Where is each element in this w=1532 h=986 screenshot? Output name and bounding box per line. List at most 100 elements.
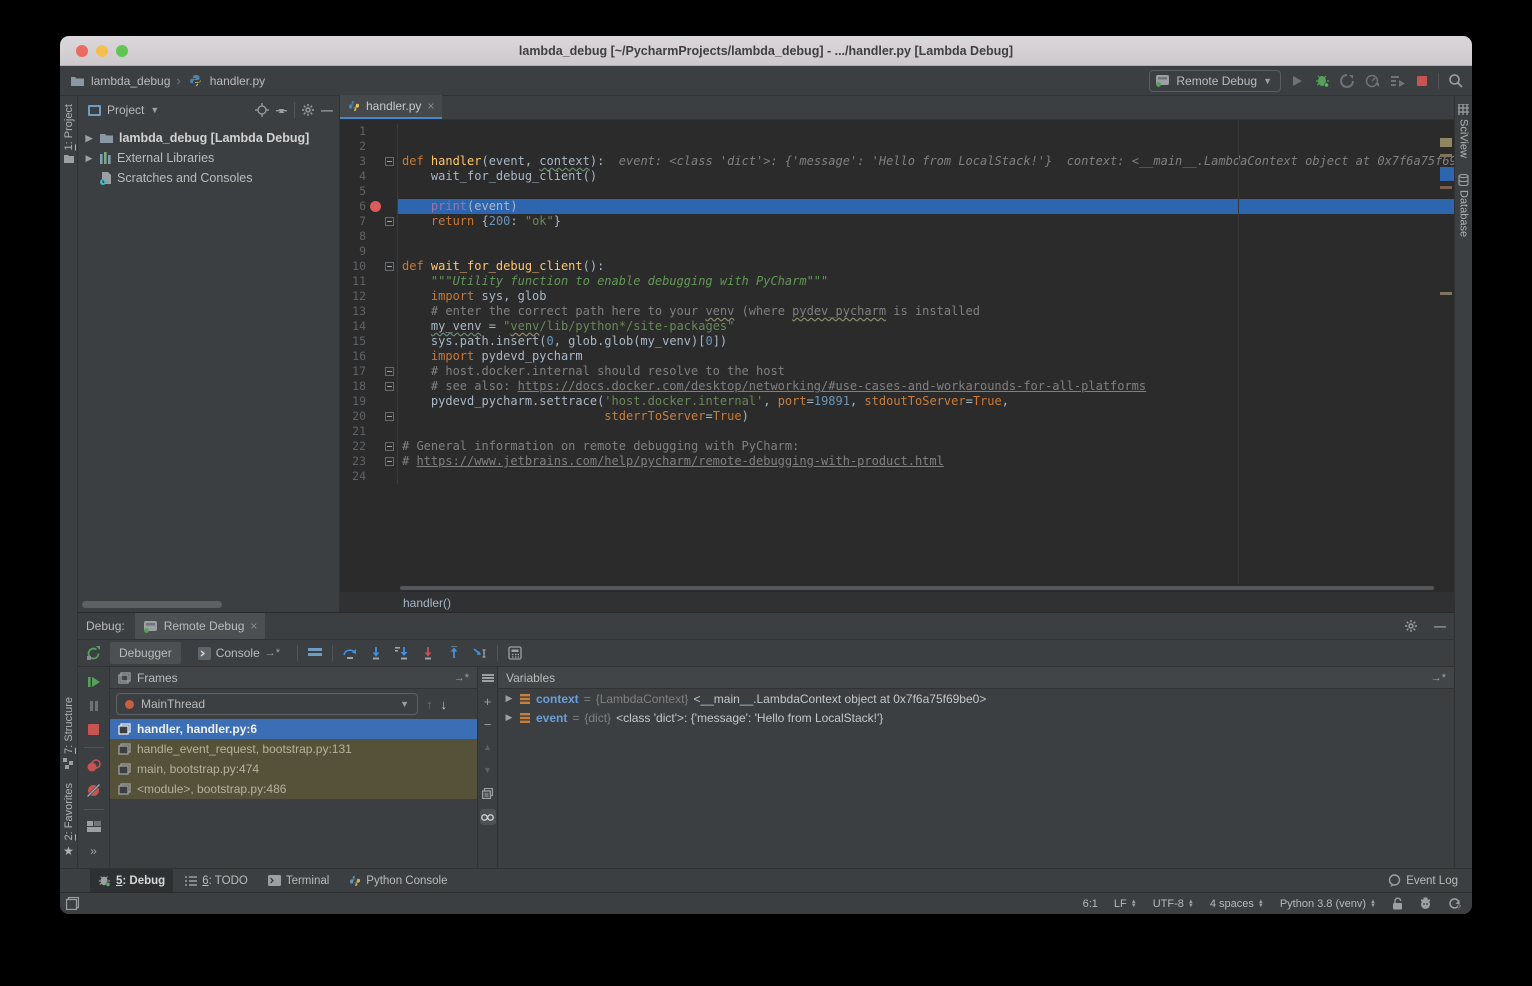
- line-number[interactable]: 6: [340, 199, 366, 214]
- pause-button[interactable]: [88, 700, 100, 712]
- project-tree-item[interactable]: Scratches and Consoles: [78, 168, 339, 188]
- line-number[interactable]: 5: [340, 184, 366, 199]
- more-actions-button[interactable]: »: [90, 844, 97, 858]
- line-number[interactable]: 10: [340, 259, 366, 274]
- search-everywhere-button[interactable]: [1446, 72, 1464, 90]
- tab-console[interactable]: Console →*: [189, 642, 289, 664]
- show-watches-button[interactable]: [480, 809, 496, 825]
- scrollbar-warning-mark[interactable]: [1440, 186, 1452, 189]
- step-into-button[interactable]: [367, 644, 385, 662]
- expand-arrow-icon[interactable]: ▶: [84, 153, 94, 164]
- add-watch-button[interactable]: +: [480, 694, 496, 708]
- gear-icon[interactable]: [1404, 619, 1418, 633]
- gutter-mark-slot[interactable]: [366, 289, 384, 304]
- gutter-mark-slot[interactable]: [366, 169, 384, 184]
- line-number[interactable]: 4: [340, 169, 366, 184]
- fold-icon[interactable]: [385, 457, 394, 466]
- line-number[interactable]: 19: [340, 394, 366, 409]
- session-close-icon[interactable]: ×: [250, 619, 257, 633]
- code-area[interactable]: 123def handler(event, context): event: <…: [340, 120, 1454, 584]
- scrollbar-warning-mark[interactable]: [1440, 154, 1452, 157]
- move-up-button[interactable]: ▲: [480, 740, 496, 754]
- stop-button[interactable]: [87, 723, 100, 736]
- gear-icon[interactable]: [301, 103, 315, 117]
- collapse-all-icon[interactable]: [275, 104, 288, 117]
- gutter-mark-slot[interactable]: [366, 334, 384, 349]
- line-number[interactable]: 15: [340, 334, 366, 349]
- scrollbar-warning-mark[interactable]: [1440, 292, 1452, 295]
- variable-item[interactable]: ▶context = {LambdaContext} <__main__.Lam…: [498, 689, 1454, 708]
- line-number[interactable]: 14: [340, 319, 366, 334]
- restart-notification-icon[interactable]: ?: [1448, 897, 1462, 910]
- remove-watch-button[interactable]: −: [480, 717, 496, 731]
- hide-panel-icon[interactable]: —: [321, 103, 333, 117]
- restore-layout-button[interactable]: [87, 821, 101, 833]
- scrollbar-execution-mark[interactable]: [1440, 167, 1454, 181]
- toolwindow-switcher-icon[interactable]: [66, 897, 79, 910]
- gutter-mark-slot[interactable]: [366, 469, 384, 484]
- zoom-window-button[interactable]: [116, 45, 128, 57]
- move-down-button[interactable]: ▼: [480, 763, 496, 777]
- thread-selector[interactable]: MainThread ▼: [116, 693, 418, 715]
- line-number[interactable]: 20: [340, 409, 366, 424]
- run-button[interactable]: [1288, 72, 1306, 90]
- editor-tab-handler[interactable]: handler.py ×: [340, 95, 442, 119]
- gutter-mark-slot[interactable]: [366, 124, 384, 139]
- readonly-lock-icon[interactable]: [1392, 897, 1403, 910]
- view-breakpoints-button[interactable]: [86, 759, 102, 772]
- expand-arrow-icon[interactable]: ▶: [504, 712, 514, 723]
- fold-icon[interactable]: [385, 382, 394, 391]
- evaluate-expression-button[interactable]: [506, 644, 524, 662]
- gutter-mark-slot[interactable]: [366, 274, 384, 289]
- debug-session-tab[interactable]: Remote Debug ×: [135, 613, 266, 639]
- variable-item[interactable]: ▶event = {dict} <class 'dict'>: {'messag…: [498, 708, 1454, 727]
- locate-file-icon[interactable]: [255, 103, 269, 117]
- line-number[interactable]: 11: [340, 274, 366, 289]
- highlighting-level-icon[interactable]: [1419, 897, 1432, 910]
- fold-icon[interactable]: [385, 412, 394, 421]
- project-tree-item[interactable]: ▶lambda_debug [Lambda Debug]: [78, 128, 339, 148]
- gutter-mark-slot[interactable]: [366, 364, 384, 379]
- indent-widget[interactable]: 4 spaces ▲▼: [1210, 898, 1264, 910]
- toolwindow-todo-button[interactable]: 6: TODO: [177, 869, 256, 893]
- fold-icon[interactable]: [385, 157, 394, 166]
- stop-button[interactable]: [1413, 72, 1431, 90]
- line-number[interactable]: 24: [340, 469, 366, 484]
- line-number[interactable]: 16: [340, 349, 366, 364]
- breadcrumb-function[interactable]: handler(): [403, 596, 451, 610]
- fold-icon[interactable]: [385, 217, 394, 226]
- mute-breakpoints-button[interactable]: [86, 783, 101, 798]
- stack-frame-item[interactable]: main, bootstrap.py:474: [110, 759, 477, 779]
- gutter-mark-slot[interactable]: [366, 244, 384, 259]
- tool-stripe-database-button[interactable]: Database: [1458, 174, 1470, 237]
- run-to-cursor-button[interactable]: [471, 644, 489, 662]
- line-number[interactable]: 13: [340, 304, 366, 319]
- project-panel-title[interactable]: Project: [107, 103, 144, 117]
- duplicate-watch-button[interactable]: [480, 786, 496, 800]
- gutter-mark-slot[interactable]: [366, 229, 384, 244]
- rerun-button[interactable]: [84, 644, 102, 662]
- line-number[interactable]: 3: [340, 154, 366, 169]
- stack-frame-item[interactable]: handle_event_request, bootstrap.py:131: [110, 739, 477, 759]
- minimize-window-button[interactable]: [96, 45, 108, 57]
- gutter-mark-slot[interactable]: [366, 439, 384, 454]
- step-out-button[interactable]: [445, 644, 463, 662]
- gutter-mark-slot[interactable]: [366, 319, 384, 334]
- editor-horizontal-scrollbar[interactable]: [340, 584, 1454, 592]
- expand-arrow-icon[interactable]: ▶: [504, 693, 514, 704]
- line-number[interactable]: 2: [340, 139, 366, 154]
- tool-stripe-project-button[interactable]: 1: Project: [63, 104, 75, 164]
- hide-panel-icon[interactable]: —: [1434, 619, 1446, 633]
- tool-stripe-structure-button[interactable]: 7: Structure: [63, 697, 75, 769]
- fold-icon[interactable]: [385, 367, 394, 376]
- encoding-widget[interactable]: UTF-8 ▲▼: [1153, 898, 1194, 910]
- layout-settings-icon[interactable]: [306, 644, 324, 662]
- pin-icon[interactable]: →*: [1431, 672, 1446, 684]
- line-number[interactable]: 9: [340, 244, 366, 259]
- tool-stripe-sciview-button[interactable]: SciView: [1458, 104, 1470, 158]
- pin-icon[interactable]: →*: [454, 672, 469, 684]
- previous-frame-button[interactable]: ↑: [426, 697, 433, 712]
- tab-debugger[interactable]: Debugger: [110, 642, 181, 664]
- line-number[interactable]: 21: [340, 424, 366, 439]
- run-configuration-select[interactable]: Remote Debug ▼: [1149, 70, 1281, 92]
